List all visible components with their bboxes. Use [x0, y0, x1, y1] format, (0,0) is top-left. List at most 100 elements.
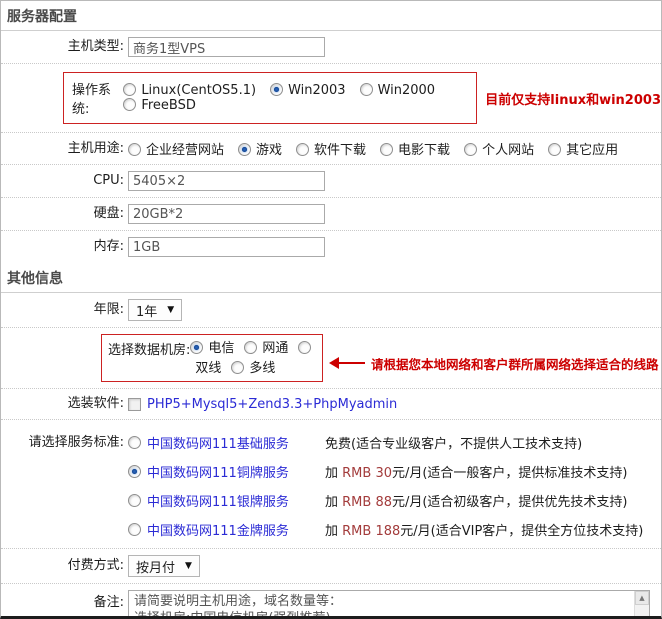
radio-icon[interactable] — [123, 98, 136, 111]
os-radio-option[interactable]: Win2003 — [270, 83, 346, 98]
memory-label: 内存: — [1, 238, 128, 256]
radio-label: Win2003 — [288, 83, 346, 98]
radio-icon[interactable] — [231, 361, 244, 374]
radio-icon[interactable] — [128, 143, 141, 156]
radio-icon[interactable] — [380, 143, 393, 156]
radio-icon[interactable] — [464, 143, 477, 156]
radio-icon[interactable] — [270, 83, 283, 96]
remark-line1: 请简要说明主机用途，域名数量等： — [134, 593, 629, 610]
service-options-list: 中国数码网111基础服务免费(适合专业级客户，不提供人工技术支持)中国数码网11… — [128, 428, 643, 544]
service-name-link[interactable]: 中国数码网111基础服务 — [147, 433, 325, 452]
service-option[interactable]: 中国数码网111铜牌服务加 RMB 30元/月(适合一般客户，提供标准技术支持) — [128, 457, 643, 486]
textarea-scrollbar[interactable]: ▲ ▼ — [634, 591, 649, 619]
radio-label: 其它应用 — [566, 143, 618, 158]
os-row: 操作系统: Linux(CentOS5.1)Win2003Win2000Free… — [1, 64, 661, 133]
service-price-desc: 加 RMB 188元/月(适合VIP客户，提供全方位技术支持) — [325, 520, 643, 539]
usage-radio-option[interactable]: 个人网站 — [464, 143, 534, 158]
service-price-desc: 免费(适合专业级客户，不提供人工技术支持) — [325, 433, 582, 452]
memory-row: 内存: — [1, 231, 661, 263]
radio-icon[interactable] — [128, 523, 141, 536]
idc-radio-option[interactable]: 电信 — [190, 341, 234, 356]
radio-icon[interactable] — [298, 341, 311, 354]
radio-icon[interactable] — [123, 83, 136, 96]
disk-label: 硬盘: — [1, 205, 128, 223]
idc-radio-option[interactable]: 网通 — [244, 341, 288, 356]
radio-label: 电影下载 — [398, 143, 450, 158]
service-price-desc: 加 RMB 88元/月(适合初级客户，提供优先技术支持) — [325, 491, 628, 510]
radio-icon[interactable] — [296, 143, 309, 156]
radio-label: Linux(CentOS5.1) — [141, 83, 256, 98]
radio-icon[interactable] — [128, 494, 141, 507]
service-standard-row: 请选择服务标准: 中国数码网111基础服务免费(适合专业级客户，不提供人工技术支… — [1, 420, 661, 549]
service-price-desc: 加 RMB 30元/月(适合一般客户，提供标准技术支持) — [325, 462, 628, 481]
payment-select-value: 按月付 — [136, 557, 175, 576]
host-type-input[interactable] — [128, 37, 325, 57]
radio-icon[interactable] — [238, 143, 251, 156]
os-radio-option[interactable]: FreeBSD — [123, 98, 196, 113]
software-row: 选装软件: PHP5+Mysql5+Zend3.3+PhpMyadmin — [1, 389, 661, 420]
payment-label: 付费方式: — [1, 557, 128, 575]
radio-icon[interactable] — [190, 341, 203, 354]
software-checkbox[interactable] — [128, 398, 141, 411]
os-radio-group: Linux(CentOS5.1) Win2003 Win2000 FreeBSD — [123, 83, 468, 113]
radio-icon[interactable] — [360, 83, 373, 96]
radio-icon[interactable] — [128, 436, 141, 449]
radio-icon[interactable] — [548, 143, 561, 156]
service-option[interactable]: 中国数码网111金牌服务加 RMB 188元/月(适合VIP客户，提供全方位技术… — [128, 515, 643, 544]
payment-row: 付费方式: 按月付 ▼ — [1, 549, 661, 584]
software-option-link[interactable]: PHP5+Mysql5+Zend3.3+PhpMyadmin — [147, 397, 397, 412]
service-option[interactable]: 中国数码网111基础服务免费(适合专业级客户，不提供人工技术支持) — [128, 428, 643, 457]
service-name-link[interactable]: 中国数码网111金牌服务 — [147, 520, 325, 539]
usage-radio-option[interactable]: 电影下载 — [380, 143, 450, 158]
radio-label: Win2000 — [378, 83, 436, 98]
usage-radio-option[interactable]: 企业经营网站 — [128, 143, 224, 158]
os-highlight-box: 操作系统: Linux(CentOS5.1)Win2003Win2000Free… — [63, 72, 477, 124]
usage-radio-group: 企业经营网站 游戏 软件下载 电影下载 个人网站 其它应用 — [128, 139, 632, 158]
radio-label: 双线 — [195, 361, 221, 376]
disk-input[interactable] — [128, 204, 325, 224]
usage-label: 主机用途: — [1, 140, 128, 158]
years-select[interactable]: 1年 ▼ — [128, 299, 182, 321]
years-row: 年限: 1年 ▼ — [1, 293, 661, 328]
os-radio-option[interactable]: Linux(CentOS5.1) — [123, 83, 256, 98]
radio-label: 游戏 — [256, 143, 282, 158]
usage-radio-option[interactable]: 游戏 — [238, 143, 282, 158]
arrow-left-icon — [329, 357, 339, 369]
radio-label: 电信 — [208, 341, 234, 356]
idc-note: 请根据您本地网络和客户群所属网络选择适合的线路 — [371, 354, 659, 373]
years-select-value: 1年 — [136, 301, 157, 320]
payment-select[interactable]: 按月付 ▼ — [128, 555, 200, 577]
disk-row: 硬盘: — [1, 198, 661, 231]
service-name-link[interactable]: 中国数码网111银牌服务 — [147, 491, 325, 510]
remark-textarea[interactable]: 请简要说明主机用途，域名数量等： 选择机房:中国电信机房(强烈推荐) ▲ ▼ — [128, 590, 650, 619]
host-type-label: 主机类型: — [1, 38, 128, 56]
cpu-row: CPU: — [1, 165, 661, 198]
radio-label: 软件下载 — [314, 143, 366, 158]
os-note: 目前仅支持linux和win2003 — [485, 89, 661, 108]
idc-note-callout: 请根据您本地网络和客户群所属网络选择适合的线路 — [329, 354, 659, 373]
memory-input[interactable] — [128, 237, 325, 257]
radio-label: 企业经营网站 — [146, 143, 224, 158]
radio-label: 个人网站 — [482, 143, 534, 158]
idc-label: 选择数据机房: — [108, 339, 190, 358]
server-config-page: 服务器配置 主机类型: 操作系统: Linux(CentOS5.1)Win200… — [0, 0, 662, 619]
radio-icon[interactable] — [128, 465, 141, 478]
service-name-link[interactable]: 中国数码网111铜牌服务 — [147, 462, 325, 481]
idc-row: 选择数据机房: 电信网通双线多线 请根据您本地网络和客户群所属网络选择适合的线路 — [1, 328, 661, 389]
service-option[interactable]: 中国数码网111银牌服务加 RMB 88元/月(适合初级客户，提供优先技术支持) — [128, 486, 643, 515]
usage-radio-option[interactable]: 软件下载 — [296, 143, 366, 158]
os-radio-option[interactable]: Win2000 — [360, 83, 436, 98]
scroll-up-icon[interactable]: ▲ — [635, 591, 649, 605]
idc-radio-group: 电信网通双线多线 — [190, 339, 316, 379]
years-label: 年限: — [1, 301, 128, 319]
remark-label: 备注: — [1, 590, 128, 612]
software-label: 选装软件: — [1, 395, 128, 413]
idc-radio-option[interactable]: 多线 — [231, 361, 275, 376]
remark-line2: 选择机房:中国电信机房(强烈推荐) — [134, 610, 629, 619]
section-title-other-info: 其他信息 — [1, 263, 661, 293]
cpu-input[interactable] — [128, 171, 325, 191]
section-title-server-config: 服务器配置 — [1, 1, 661, 31]
usage-radio-option[interactable]: 其它应用 — [548, 143, 618, 158]
radio-icon[interactable] — [244, 341, 257, 354]
remark-row: 备注: 请简要说明主机用途，域名数量等： 选择机房:中国电信机房(强烈推荐) ▲… — [1, 584, 661, 619]
